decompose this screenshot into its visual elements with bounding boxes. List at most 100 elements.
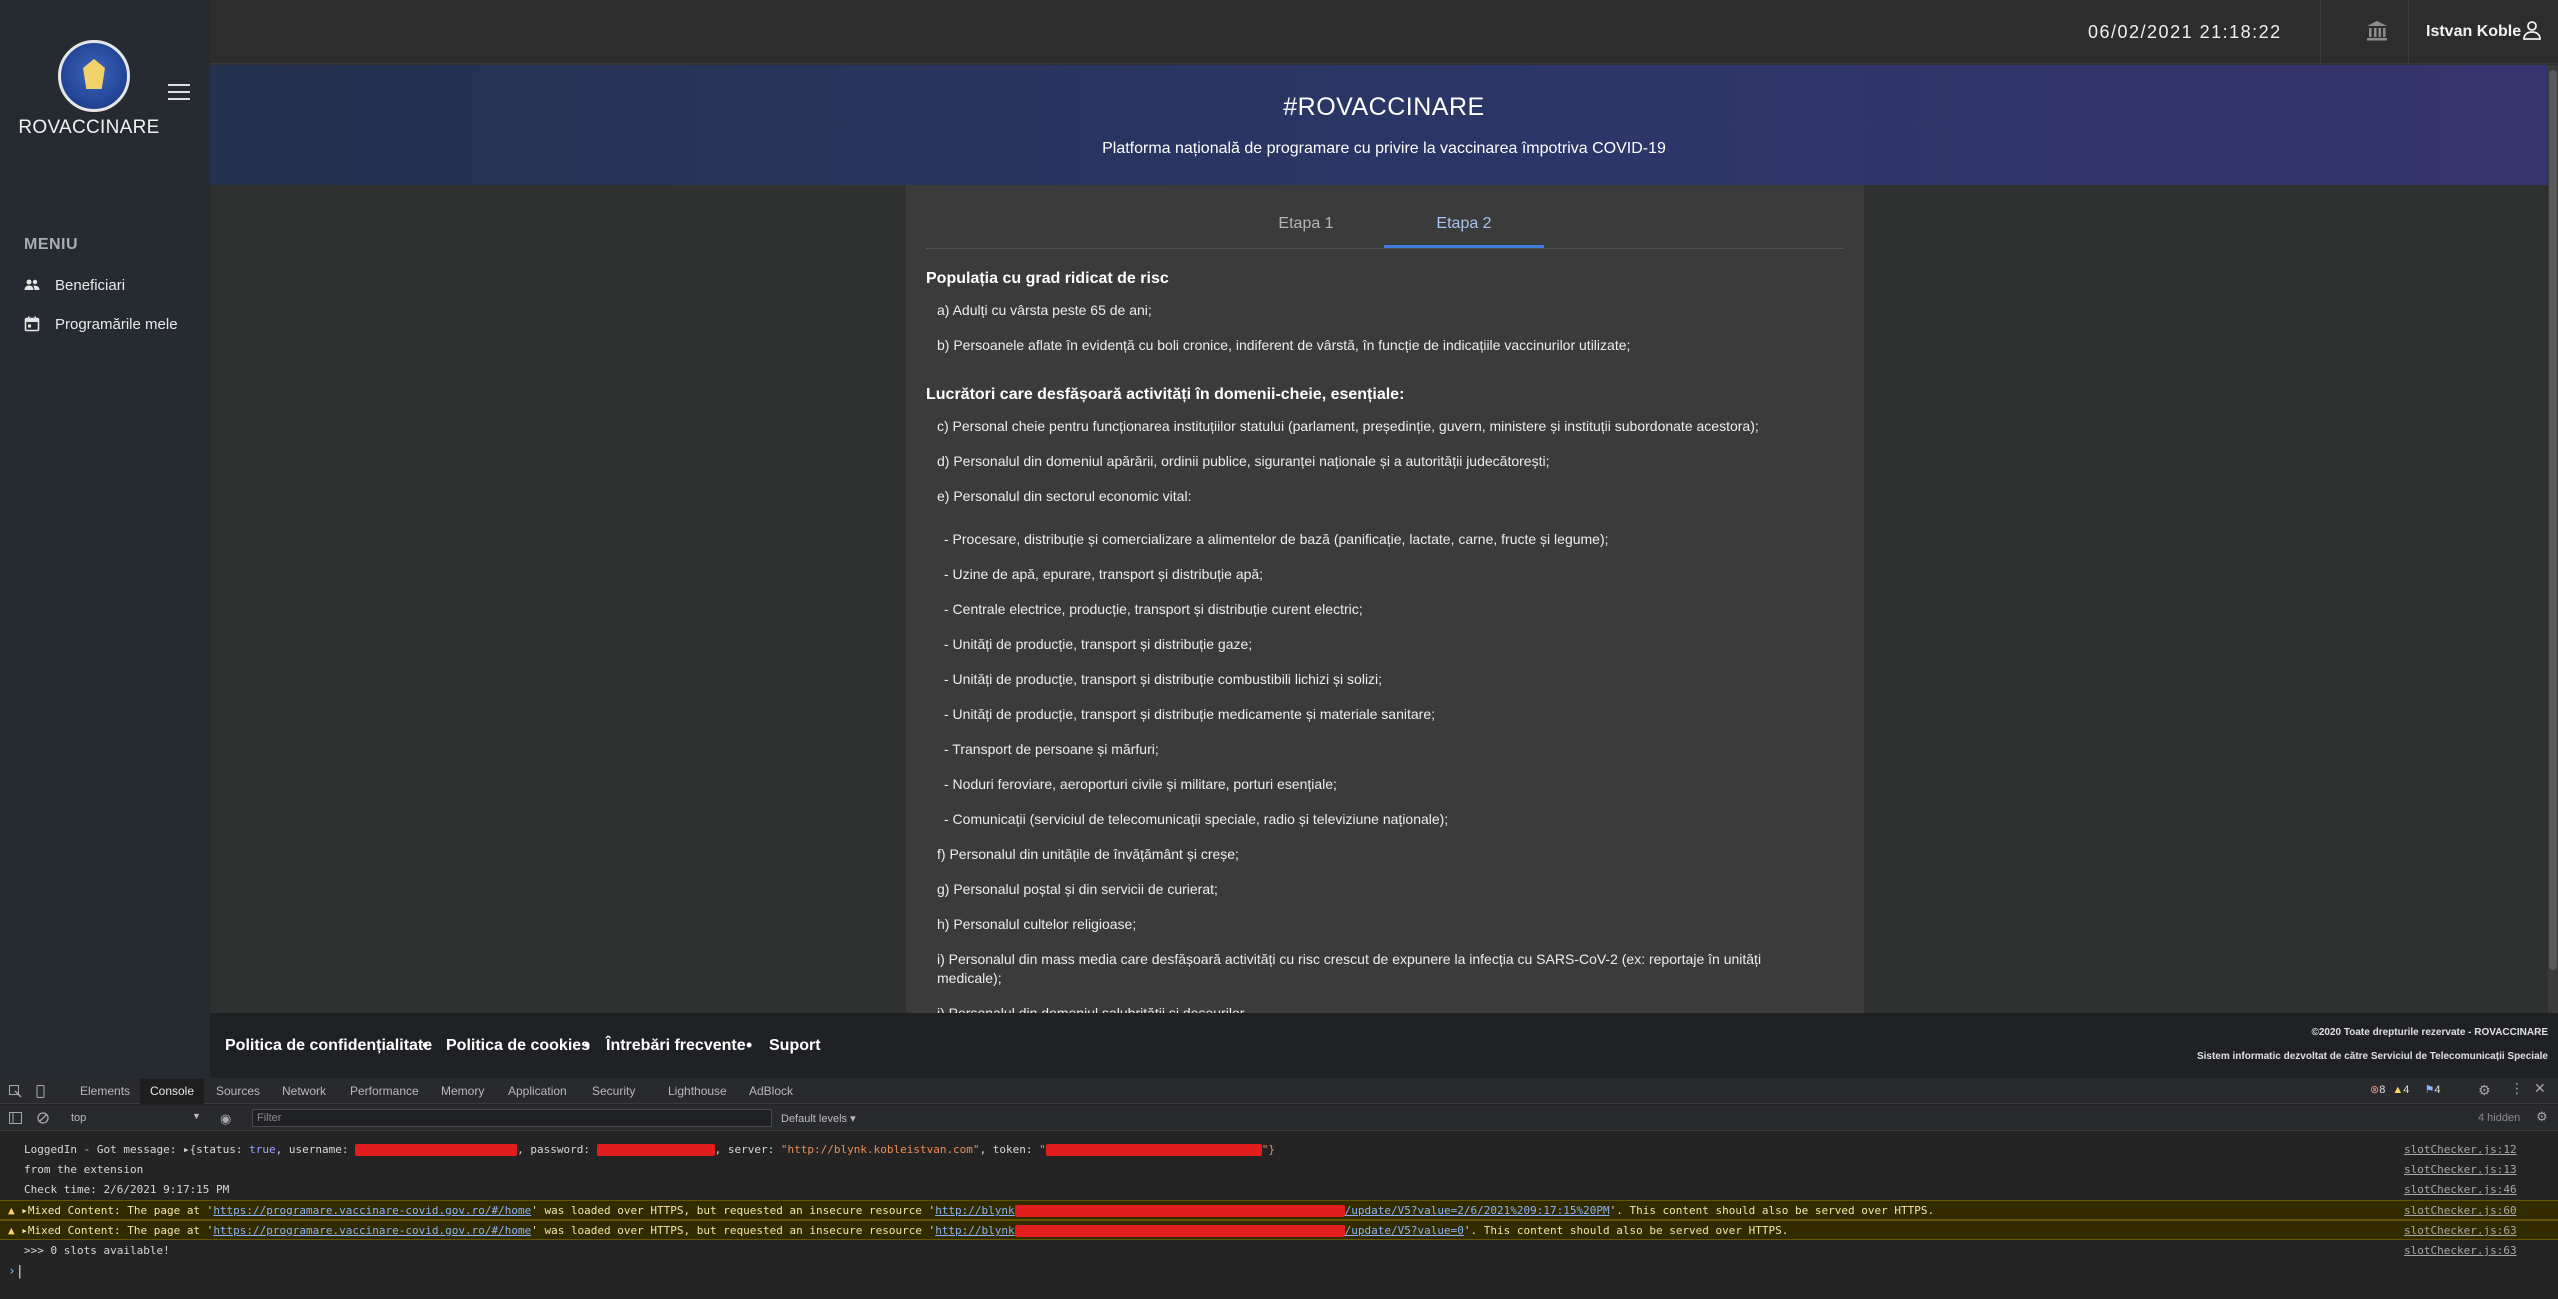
source-link[interactable]: slotChecker.js:13 [2404,1163,2517,1176]
devtools-tab-security[interactable]: Security [592,1084,635,1098]
redacted-password [596,1144,715,1156]
sidebar-item-programarile-mele[interactable]: Programările mele [24,311,178,337]
list-item: i) Personalul din mass media care desfăș… [937,951,1762,967]
console-settings-gear-icon[interactable]: ⚙ [2536,1109,2548,1125]
page-title: #ROVACCINARE [1283,93,1485,121]
list-item: h) Personalul cultelor religioase; [937,916,1137,932]
active-tab-indicator [1384,245,1544,248]
page-subtitle: Platforma națională de programare cu pri… [1102,140,1666,157]
footer-separator-dot: • [584,1035,591,1055]
sidebar [0,0,210,1078]
list-item: c) Personal cheie pentru funcționarea in… [937,418,1759,434]
page-url-link[interactable]: https://programare.vaccinare-covid.gov.r… [213,1204,531,1217]
warning-count: 4 [2403,1084,2410,1096]
source-link[interactable]: slotChecker.js:12 [2404,1143,2517,1156]
devtools-tab-elements[interactable]: Elements [80,1084,130,1098]
close-devtools-icon[interactable]: ✕ [2534,1080,2546,1097]
more-options-icon[interactable]: ⋮ [2510,1080,2524,1097]
device-toolbar-icon[interactable] [34,1085,47,1098]
list-item-continuation: medicale); [937,970,1002,986]
devtools-tab-application[interactable]: Application [508,1084,567,1098]
devtools-tab-console[interactable]: Console [140,1079,204,1104]
source-link[interactable]: slotChecker.js:63 [2404,1224,2517,1237]
source-link[interactable]: slotChecker.js:63 [2404,1244,2517,1257]
footer-separator-dot: • [746,1035,753,1055]
list-item: g) Personalul poștal și din servicii de … [937,881,1218,897]
info-count: 4 [2434,1084,2441,1096]
divider [2408,0,2409,64]
hamburger-menu-icon[interactable] [168,84,190,100]
users-icon [24,279,40,290]
log-levels-dropdown[interactable]: Default levels ▾ [781,1112,856,1125]
page-url-link[interactable]: https://programare.vaccinare-covid.gov.r… [213,1224,531,1237]
section-heading-risk: Populația cu grad ridicat de risc [926,270,1169,287]
console-filter-input[interactable]: Filter [252,1109,772,1127]
console-warning-row[interactable]: ▲ ▸Mixed Content: The page at 'https://p… [0,1200,2558,1220]
eligibility-card: Etapa 1 Etapa 2 Populația cu grad ridica… [906,185,1864,1015]
list-subitem: - Comunicații (serviciul de telecomunica… [944,811,1449,827]
tab-divider [926,248,1844,249]
source-link[interactable]: slotChecker.js:60 [2404,1204,2517,1217]
warning-icon: ▲ [8,1204,15,1217]
list-subitem: - Unități de producție, transport și dis… [944,671,1383,687]
brand-name: ROVACCINARE [18,117,160,138]
government-logo[interactable] [58,40,130,112]
sidebar-item-label: Beneficiari [55,276,126,294]
list-item: a) Adulți cu vârsta peste 65 de ani; [937,302,1152,318]
coat-of-arms-icon [83,59,105,89]
clear-console-icon[interactable] [37,1112,49,1124]
list-subitem: - Procesare, distribuție și comercializa… [944,531,1609,547]
list-subitem: - Noduri feroviare, aeroporturi civile ș… [944,776,1337,792]
calendar-icon [24,316,40,332]
console-log-row: Check time: 2/6/2021 9:17:15 PM slotChec… [24,1183,2517,1196]
tab-etapa-1[interactable]: Etapa 1 [1266,215,1346,255]
footer-separator-dot: • [422,1035,429,1055]
page-scrollbar-thumb[interactable] [2549,70,2557,970]
list-subitem: - Transport de persoane și mărfuri; [944,741,1159,757]
list-item: e) Personalul din sectorul economic vita… [937,488,1192,504]
list-subitem: - Centrale electrice, producție, transpo… [944,601,1363,617]
warning-icon: ▲ [8,1224,15,1237]
menu-title: MENIU [24,236,79,253]
list-subitem: - Unități de producție, transport și dis… [944,706,1435,722]
user-icon[interactable] [2522,20,2542,40]
error-count: 8 [2379,1084,2386,1096]
devtools-tab-adblock[interactable]: AdBlock [749,1084,793,1098]
devtools-tab-network[interactable]: Network [282,1084,326,1098]
footer-link-support[interactable]: Suport [769,1037,821,1055]
devtools-tab-performance[interactable]: Performance [350,1084,419,1098]
hidden-count: 4 hidden [2478,1112,2521,1124]
console-prompt[interactable]: ›| [0,1262,2558,1282]
developer-text: Sistem informatic dezvoltat de către Ser… [2196,1051,2548,1062]
context-selector[interactable]: top [71,1112,86,1124]
console-log-row: LoggedIn - Got message: ▸{status: true, … [24,1143,2517,1156]
redacted-username [355,1144,518,1156]
copyright-text: ©2020 Toate drepturile rezervate - ROVAC… [2311,1027,2548,1038]
inspect-element-icon[interactable] [9,1085,22,1098]
redacted-host [1014,1225,1345,1237]
settings-gear-icon[interactable]: ⚙ [2478,1082,2491,1099]
source-link[interactable]: slotChecker.js:46 [2404,1183,2517,1196]
issue-counters[interactable]: ⊗8 ▲4 ⚑4 [2370,1083,2440,1096]
devtools-tab-memory[interactable]: Memory [441,1084,484,1098]
sidebar-toggle-icon[interactable] [9,1112,22,1124]
tab-etapa-2[interactable]: Etapa 2 [1384,215,1544,255]
list-subitem: - Uzine de apă, epurare, transport și di… [944,566,1264,582]
divider [2320,0,2321,64]
sidebar-item-beneficiari[interactable]: Beneficiari [24,272,125,298]
devtools-tab-lighthouse[interactable]: Lighthouse [668,1084,727,1098]
user-name[interactable]: Istvan Koble [2426,23,2521,41]
devtools-tab-sources[interactable]: Sources [216,1084,260,1098]
footer-link-cookies[interactable]: Politica de cookies [446,1037,590,1055]
sidebar-item-label: Programările mele [55,315,178,333]
chevron-down-icon[interactable]: ▼ [192,1111,201,1121]
hero-banner: #ROVACCINARE Platforma națională de prog… [210,65,2558,185]
eye-icon[interactable]: ◉ [220,1111,231,1127]
warning-icon: ▲ [2392,1084,2404,1096]
list-item: b) Persoanele aflate în evidență cu boli… [937,337,1631,353]
institution-icon[interactable] [2366,20,2388,42]
footer-link-faq[interactable]: Întrebări frecvente [606,1037,746,1055]
list-item: f) Personalul din unitățile de învățămân… [937,846,1239,862]
console-warning-row[interactable]: ▲ ▸Mixed Content: The page at 'https://p… [0,1220,2558,1240]
footer-link-privacy[interactable]: Politica de confidențialitate [225,1037,432,1055]
